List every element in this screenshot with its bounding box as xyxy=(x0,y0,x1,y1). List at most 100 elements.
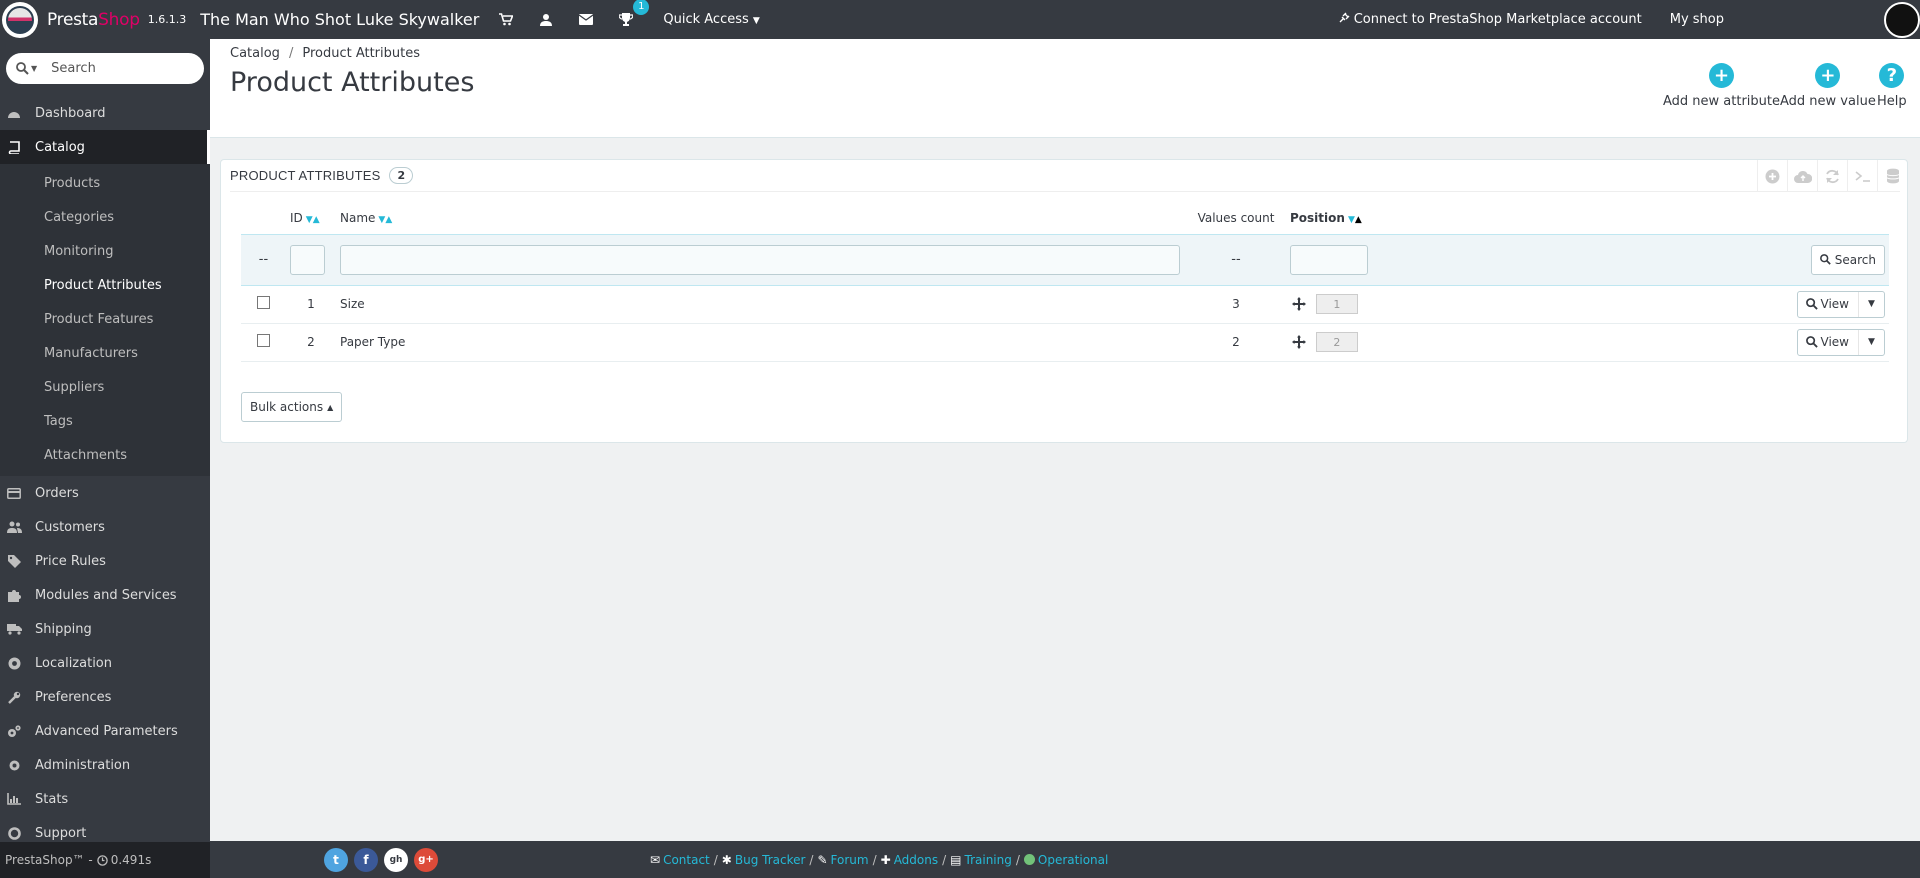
drag-handle-icon[interactable] xyxy=(1292,297,1306,311)
filter-position-input[interactable] xyxy=(1290,244,1368,275)
sidebar-subitem-monitoring[interactable]: Monitoring xyxy=(0,234,210,268)
sidebar: ▼ Search Dashboard Catalog Products Cate… xyxy=(0,39,210,878)
filter-search-button[interactable]: Search xyxy=(1810,244,1885,275)
caret-down-icon: ▼ xyxy=(752,16,760,26)
sidebar-subitem-product-features[interactable]: Product Features xyxy=(0,302,210,336)
plus-circle-icon: + xyxy=(1709,63,1734,88)
add-new-value-label: Add new value xyxy=(1780,94,1876,109)
sidebar-subitem-products[interactable]: Products xyxy=(0,166,210,200)
row-actions-dropdown[interactable]: ▼ xyxy=(1858,329,1884,355)
add-new-attribute-button[interactable]: + Add new attribute xyxy=(1663,63,1780,109)
sidebar-item-catalog[interactable]: Catalog xyxy=(0,130,210,164)
drag-handle-icon[interactable] xyxy=(1292,335,1306,349)
add-icon[interactable] xyxy=(1757,160,1787,192)
name-column-header[interactable]: Name ▼▲ xyxy=(336,202,1186,234)
terminal-icon[interactable] xyxy=(1847,160,1877,192)
sidebar-item-modules[interactable]: Modules and Services xyxy=(0,578,210,612)
cloud-upload-icon[interactable] xyxy=(1787,160,1817,192)
facebook-icon[interactable]: f xyxy=(354,847,378,872)
panel-tools xyxy=(1757,160,1907,192)
bulk-actions-button[interactable]: Bulk actions ▲ xyxy=(241,392,343,422)
table-row[interactable]: 2 Paper Type 2 2 View ▼ xyxy=(241,323,1889,362)
sidebar-subitem-categories[interactable]: Categories xyxy=(0,200,210,234)
my-shop-link[interactable]: My shop xyxy=(1670,12,1724,27)
training-label: Training xyxy=(964,852,1012,867)
panel-count-badge: 2 xyxy=(389,167,414,184)
training-link[interactable]: ▤ Training xyxy=(950,853,1012,867)
top-header: PrestaShop 1.6.1.3 The Man Who Shot Luke… xyxy=(0,0,1920,39)
page-footer: t f gh g+ ✉ Contact / ✱ Bug Tracker / ✎ For… xyxy=(210,841,1920,878)
panel-title: Product attributes xyxy=(230,168,381,183)
add-new-value-button[interactable]: + Add new value xyxy=(1780,63,1876,109)
view-button[interactable]: View xyxy=(1798,291,1858,317)
sidebar-subitem-attachments[interactable]: Attachments xyxy=(0,438,210,472)
load-time: 0.491s xyxy=(110,853,152,867)
google-plus-icon[interactable]: g+ xyxy=(414,847,438,872)
sidebar-item-advanced-parameters[interactable]: Advanced Parameters xyxy=(0,714,210,748)
sidebar-item-price-rules[interactable]: Price Rules xyxy=(0,544,210,578)
refresh-icon[interactable] xyxy=(1817,160,1847,192)
operational-status-link[interactable]: Operational xyxy=(1023,853,1108,867)
customer-icon[interactable] xyxy=(537,11,555,29)
sidebar-subitem-tags[interactable]: Tags xyxy=(0,404,210,438)
sidebar-subitem-product-attributes[interactable]: Product Attributes xyxy=(0,268,210,302)
filter-id-input[interactable] xyxy=(290,244,325,275)
shop-name-link[interactable]: The Man Who Shot Luke Skywalker xyxy=(200,10,479,29)
sidebar-footer: PrestaShop™ - 0.491s xyxy=(0,842,210,878)
cart-icon[interactable] xyxy=(497,11,515,29)
id-column-header[interactable]: ID ▼▲ xyxy=(286,202,336,234)
connect-marketplace-link[interactable]: Connect to PrestaShop Marketplace accoun… xyxy=(1338,12,1642,28)
prestashop-logo[interactable] xyxy=(2,1,38,38)
page-title: Product Attributes xyxy=(230,67,475,98)
plug-icon xyxy=(1338,12,1350,28)
filter-name-input[interactable] xyxy=(340,244,1180,275)
sort-arrows-icon[interactable]: ▼▲ xyxy=(378,215,392,225)
clock-icon xyxy=(96,854,108,866)
attributes-table: ID ▼▲ Name ▼▲ Values count Position ▼▲ -- - xyxy=(241,202,1889,362)
help-button[interactable]: ? Help xyxy=(1877,63,1907,109)
row-actions-cell: View ▼ xyxy=(1486,285,1889,324)
bug-tracker-label: Bug Tracker xyxy=(734,852,806,867)
row-checkbox[interactable] xyxy=(257,296,270,309)
addons-link[interactable]: ✚ Addons xyxy=(881,853,939,867)
sidebar-item-orders[interactable]: Orders xyxy=(0,476,210,510)
bug-tracker-link[interactable]: ✱ Bug Tracker xyxy=(722,853,806,867)
forum-link[interactable]: ✎ Forum xyxy=(817,853,868,867)
sidebar-item-preferences[interactable]: Preferences xyxy=(0,680,210,714)
quick-access-dropdown[interactable]: Quick Access ▼ xyxy=(663,12,759,27)
row-checkbox[interactable] xyxy=(257,334,270,347)
sidebar-item-label: Shipping xyxy=(35,621,92,637)
sidebar-item-localization[interactable]: Localization xyxy=(0,646,210,680)
database-icon[interactable] xyxy=(1877,160,1907,192)
tag-icon xyxy=(6,553,22,569)
sidebar-item-administration[interactable]: Administration xyxy=(0,748,210,782)
twitter-icon[interactable]: t xyxy=(324,847,348,872)
github-icon[interactable]: gh xyxy=(384,847,408,872)
sidebar-item-stats[interactable]: Stats xyxy=(0,782,210,816)
envelope-icon[interactable] xyxy=(577,11,595,29)
sidebar-item-shipping[interactable]: Shipping xyxy=(0,612,210,646)
row-id: 2 xyxy=(286,323,336,362)
contact-link[interactable]: ✉ Contact xyxy=(650,853,710,867)
employee-avatar[interactable] xyxy=(1884,1,1920,38)
sidebar-subitem-manufacturers[interactable]: Manufacturers xyxy=(0,336,210,370)
sidebar-item-label: Orders xyxy=(35,485,79,501)
sidebar-item-dashboard[interactable]: Dashboard xyxy=(0,96,210,130)
search-icon[interactable]: ▼ xyxy=(16,62,37,75)
view-button[interactable]: View xyxy=(1798,329,1858,355)
row-actions-dropdown[interactable]: ▼ xyxy=(1858,291,1884,317)
table-row[interactable]: 1 Size 3 1 View ▼ xyxy=(241,285,1889,324)
book-icon: ▤ xyxy=(950,852,962,867)
column-label: Name xyxy=(340,210,376,225)
sidebar-item-customers[interactable]: Customers xyxy=(0,510,210,544)
sidebar-search[interactable]: ▼ Search xyxy=(6,53,204,84)
breadcrumb-catalog[interactable]: Catalog xyxy=(230,46,280,61)
sidebar-subitem-suppliers[interactable]: Suppliers xyxy=(0,370,210,404)
lifebuoy-icon xyxy=(6,825,22,841)
trophy-icon[interactable]: 1 xyxy=(617,0,650,29)
position-column-header[interactable]: Position ▼▲ xyxy=(1286,202,1486,234)
search-input[interactable]: Search xyxy=(51,61,96,76)
sort-arrows-icon[interactable]: ▼▲ xyxy=(306,215,320,225)
sort-arrows-icon[interactable]: ▼▲ xyxy=(1348,215,1362,225)
filter-actions-cell: Search xyxy=(1486,233,1889,286)
